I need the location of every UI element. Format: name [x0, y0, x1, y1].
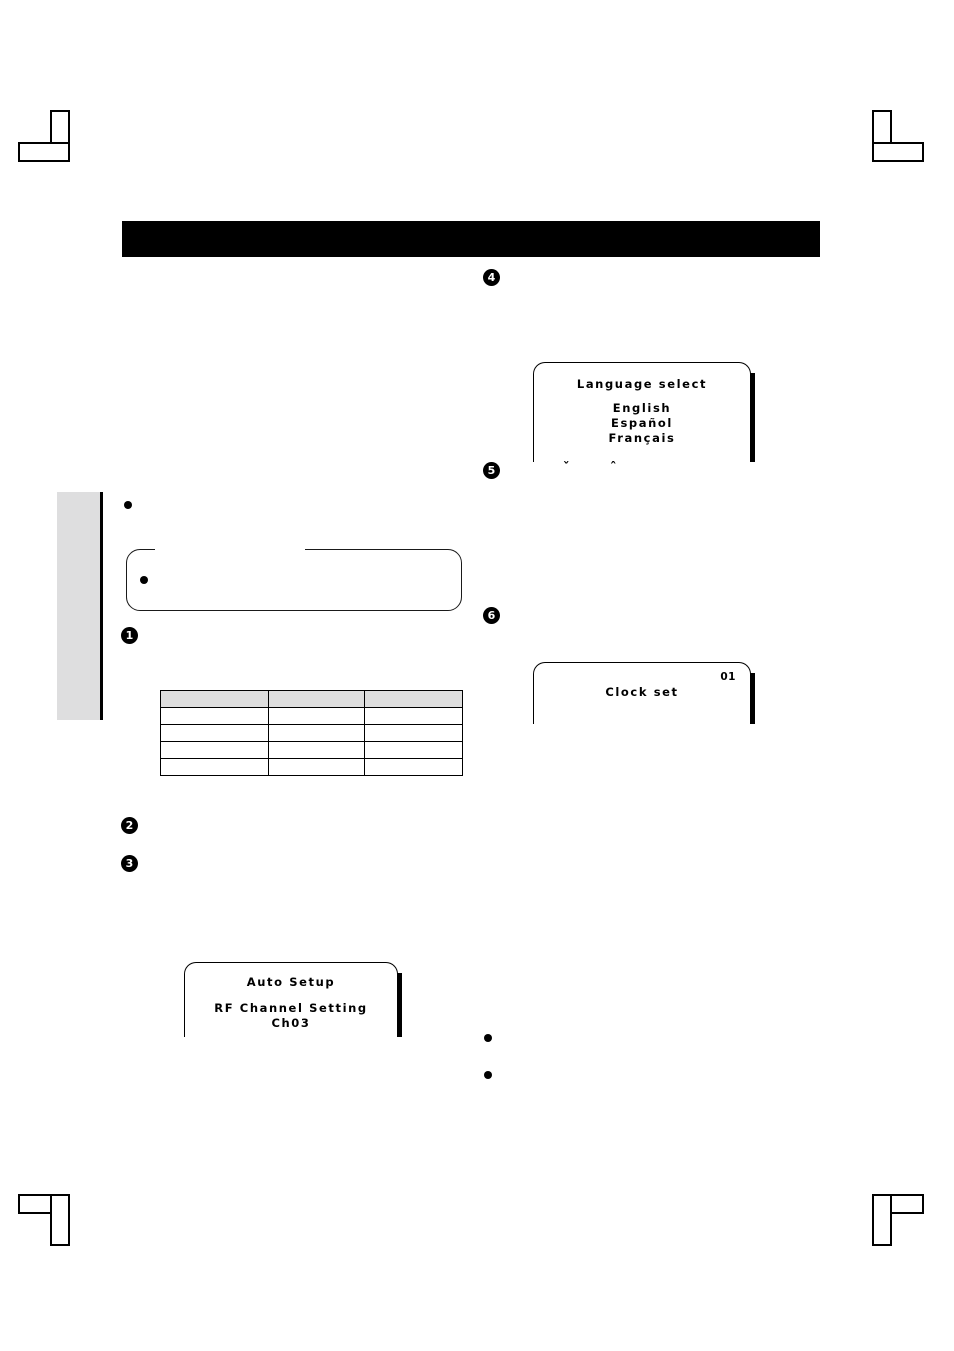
step-marker-5: 5	[483, 462, 500, 479]
osd-clock-set-value: 01	[720, 671, 736, 683]
step-marker-6: 6	[483, 607, 500, 624]
note-box	[126, 546, 462, 611]
step-marker-4: 4	[483, 269, 500, 286]
osd-auto-setup-line2: RF Channel Setting	[214, 1001, 368, 1015]
note-box-bullet	[140, 576, 148, 584]
crop-mark-horizontal-bar	[18, 142, 70, 162]
step-marker-2: 2	[121, 817, 138, 834]
osd-clock-set-title: Clock set	[605, 685, 679, 699]
step-marker-3: 3	[121, 855, 138, 872]
chapter-side-tab	[57, 492, 103, 720]
table-header-row	[160, 690, 463, 708]
crop-mark-bottom-right	[862, 1188, 924, 1246]
table-row	[160, 758, 463, 776]
crop-mark-top-left	[18, 110, 80, 168]
table-row	[160, 741, 463, 759]
osd-auto-setup-title: Auto Setup	[246, 975, 336, 989]
table-cell	[160, 707, 269, 725]
osd-language-option-francais[interactable]: Français	[534, 431, 750, 446]
bullet-left-note	[124, 501, 132, 509]
osd-language-select-title: Language select	[576, 377, 708, 391]
table-cell	[364, 758, 463, 776]
osd-drop-shadow	[397, 973, 402, 1037]
table-cell	[268, 758, 365, 776]
osd-clock-set-screen: 01 Clock set	[533, 662, 755, 724]
table-row	[160, 724, 463, 742]
section-header-banner	[122, 221, 820, 257]
crop-mark-vertical-bar	[872, 1194, 892, 1246]
osd-drop-shadow	[750, 373, 755, 462]
table-cell	[160, 758, 269, 776]
crop-mark-vertical-bar	[50, 1194, 70, 1246]
table-cell	[160, 724, 269, 742]
bullet-right-first	[484, 1034, 492, 1042]
table-header-cell	[364, 690, 463, 708]
bullet-right-second	[484, 1071, 492, 1079]
osd-language-select-screen: Language select English Español Français	[533, 362, 755, 462]
manual-page: 1 2 3 Auto Setup RF Channel Setting Ch03…	[0, 0, 954, 1351]
osd-auto-setup-line3: Ch03	[271, 1016, 311, 1030]
table-cell	[268, 741, 365, 759]
table-row	[160, 707, 463, 725]
table-cell	[364, 724, 463, 742]
osd-drop-shadow	[750, 673, 755, 724]
remote-channel-chevron-keys[interactable]: ˇ ˆ	[563, 461, 635, 476]
table-header-cell	[268, 690, 365, 708]
osd-auto-setup-screen: Auto Setup RF Channel Setting Ch03	[184, 962, 402, 1037]
osd-language-option-list: English Español Français	[534, 401, 750, 446]
table-cell	[364, 741, 463, 759]
step-marker-1: 1	[121, 627, 138, 644]
table-cell	[268, 707, 365, 725]
note-box-border-gap	[155, 546, 305, 554]
crop-mark-bottom-left	[18, 1188, 80, 1246]
table-cell	[364, 707, 463, 725]
table-cell	[160, 741, 269, 759]
table-cell	[268, 724, 365, 742]
specification-table	[160, 690, 463, 776]
osd-language-option-espanol[interactable]: Español	[534, 416, 750, 431]
table-header-cell	[160, 690, 269, 708]
crop-mark-horizontal-bar	[872, 142, 924, 162]
osd-language-option-english[interactable]: English	[534, 401, 750, 416]
crop-mark-top-right	[862, 110, 924, 168]
